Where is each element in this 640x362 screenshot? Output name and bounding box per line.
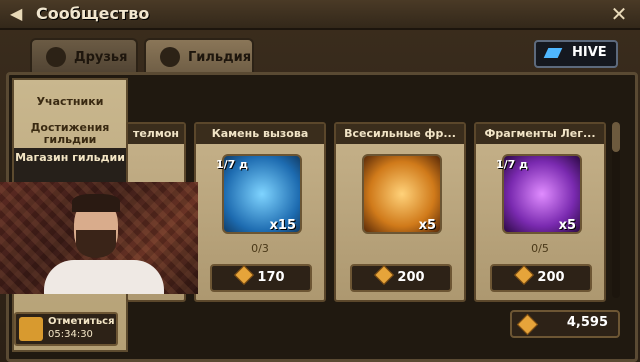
menu-item-members[interactable]: Участники <box>14 96 126 108</box>
shop-scrollbar[interactable] <box>612 122 620 298</box>
close-icon[interactable]: ✕ <box>608 3 630 25</box>
hive-button[interactable]: HIVE <box>534 40 618 68</box>
streamer-hair <box>72 194 120 212</box>
shop-card-title: Всесильные фр... <box>336 124 464 144</box>
guild-icon <box>160 47 180 67</box>
checkin-button[interactable]: Отметиться 05:34:30 <box>14 312 118 346</box>
shop-card-price-button[interactable]: 200 <box>350 264 452 292</box>
shop-card-limit: 0/5 <box>531 242 549 255</box>
friend-icon <box>46 47 66 67</box>
shop-card-quantity: x5 <box>418 218 436 233</box>
guild-coin-balance: 4,595 <box>510 310 620 338</box>
streamer-body <box>44 260 164 294</box>
hive-icon <box>543 48 563 58</box>
shop-card-price-button[interactable]: 200 <box>490 264 592 292</box>
shop-card[interactable]: Всесильные фр... x5 200 <box>334 122 466 302</box>
shop-card-timer: 1/7 д <box>216 158 249 171</box>
window-title: Сообщество <box>36 4 150 23</box>
shop-card-title: Фрагменты Лег... <box>476 124 604 144</box>
shop-card[interactable]: Фрагменты Лег... 1/7 д x5 0/5 200 <box>474 122 606 302</box>
checkin-icon <box>19 317 43 341</box>
checkin-label: Отметиться <box>48 316 115 327</box>
shop-card-limit: 0/3 <box>251 242 269 255</box>
guild-coin-icon <box>516 313 539 336</box>
menu-item-achievements[interactable]: Достижения гильдии <box>20 122 120 146</box>
guild-coin-icon <box>374 265 395 285</box>
scrollbar-thumb[interactable] <box>612 122 620 152</box>
tab-guild[interactable]: Гильдия <box>144 38 254 76</box>
title-bar: ◀ Сообщество ✕ <box>0 0 640 30</box>
shop-card-timer: 1/7 д <box>496 158 529 171</box>
streamer-beard <box>76 230 116 258</box>
game-window: ◀ Сообщество ✕ Друзья Гильдия HIVE Участ… <box>0 0 640 362</box>
tab-friends[interactable]: Друзья <box>30 38 138 76</box>
shop-card-price: 170 <box>257 270 285 285</box>
tab-friends-label: Друзья <box>74 50 128 65</box>
shop-card-quantity: x15 <box>269 218 296 233</box>
shop-card-quantity: x5 <box>558 218 576 233</box>
shop-card-price-button[interactable]: 170 <box>210 264 312 292</box>
guild-coin-icon <box>234 265 255 285</box>
tab-guild-label: Гильдия <box>188 50 252 65</box>
shop-card[interactable]: Камень вызова 1/7 д x15 0/3 170 <box>194 122 326 302</box>
hive-label: HIVE <box>572 45 607 60</box>
shop-card-price: 200 <box>537 270 565 285</box>
back-icon[interactable]: ◀ <box>10 5 28 23</box>
shop-card-partial-title: телмон <box>128 124 184 144</box>
checkin-timer: 05:34:30 <box>48 329 93 340</box>
shop-card-title: Камень вызова <box>196 124 324 144</box>
shop-card-price: 200 <box>397 270 425 285</box>
balance-value: 4,595 <box>566 315 608 330</box>
guild-coin-icon <box>514 265 535 285</box>
webcam-overlay <box>0 182 198 294</box>
